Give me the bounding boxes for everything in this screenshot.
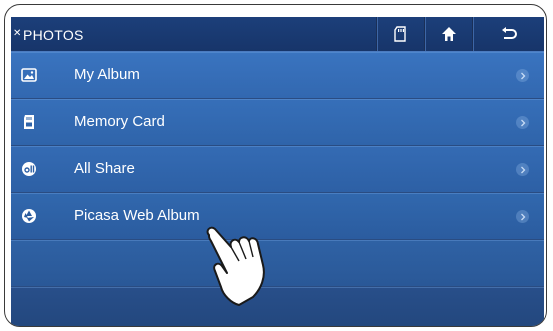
album-icon	[21, 67, 37, 83]
back-icon	[502, 27, 517, 39]
title-bar: ✕ PHOTOS	[11, 17, 544, 52]
corner-marker-icon: ✕	[13, 28, 22, 39]
back-button[interactable]	[472, 17, 545, 51]
home-icon	[442, 27, 456, 41]
app-screen: ✕ PHOTOS My Album Memory Card All Share …	[11, 17, 544, 326]
list-item-label: Memory Card	[74, 113, 165, 130]
touch-hand-icon	[206, 226, 265, 306]
chevron-right-icon	[516, 116, 529, 129]
list-item-my-album[interactable]: My Album	[11, 52, 544, 99]
list-item-label: My Album	[74, 66, 140, 83]
picasa-icon	[21, 208, 37, 224]
list-item-picasa-web-album[interactable]: Picasa Web Album	[11, 193, 544, 240]
list-item-label: All Share	[74, 160, 135, 177]
memory-card-icon	[21, 114, 37, 130]
list-item-label: Picasa Web Album	[74, 207, 200, 224]
memory-card-icon	[394, 26, 406, 42]
empty-list-row	[11, 240, 544, 287]
list-item-all-share[interactable]: All Share	[11, 146, 544, 193]
page-title: PHOTOS	[23, 27, 84, 43]
allshare-icon	[21, 161, 37, 177]
memory-card-button[interactable]	[376, 17, 425, 51]
chevron-right-icon	[516, 69, 529, 82]
device-frame: ✕ PHOTOS My Album Memory Card All Share …	[4, 4, 547, 327]
list-item-memory-card[interactable]: Memory Card	[11, 99, 544, 146]
chevron-right-icon	[516, 210, 529, 223]
empty-list-row	[11, 287, 544, 326]
chevron-right-icon	[516, 163, 529, 176]
home-button[interactable]	[424, 17, 473, 51]
